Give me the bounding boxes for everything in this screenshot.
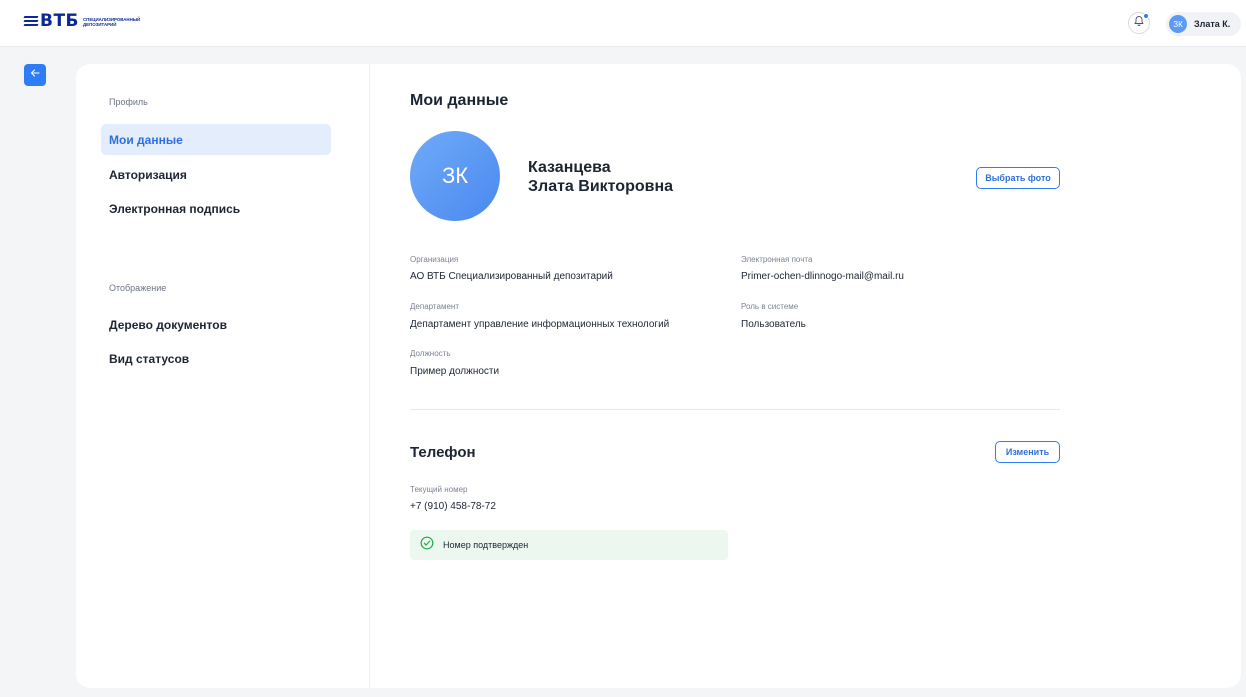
sidebar-item-my-data[interactable]: Мои данные bbox=[101, 124, 331, 155]
organization-label: Организация bbox=[410, 255, 459, 264]
department-value: Департамент управление информационных те… bbox=[410, 319, 670, 330]
logo-text: ВТБ bbox=[40, 11, 80, 31]
department-label: Департамент bbox=[410, 302, 459, 311]
phone-confirmed-text: Номер подтвержден bbox=[443, 540, 529, 550]
logo-subtitle: СПЕЦИАЛИЗИРОВАННЫЙ ДЕПОЗИТАРИЙ bbox=[83, 17, 143, 27]
sidebar-item-e-signature[interactable]: Электронная подпись bbox=[101, 193, 331, 224]
sidebar-item-authorization[interactable]: Авторизация bbox=[101, 159, 331, 190]
avatar: ЗК bbox=[1169, 15, 1187, 33]
change-phone-button[interactable]: Изменить bbox=[995, 441, 1060, 463]
role-value: Пользователь bbox=[741, 319, 806, 330]
notification-dot bbox=[1143, 13, 1149, 19]
position-value: Пример должности bbox=[410, 366, 500, 377]
role-label: Роль в системе bbox=[741, 302, 799, 311]
first-middle-name: Злата Викторовна bbox=[528, 178, 674, 195]
notifications-button[interactable] bbox=[1128, 12, 1150, 34]
vtb-logo[interactable]: ВТБ СПЕЦИАЛИЗИРОВАННЫЙ ДЕПОЗИТАРИЙ bbox=[23, 11, 143, 31]
full-name: Казанцева Злата Викторовна bbox=[528, 158, 673, 196]
organization-value: АО ВТБ Специализированный депозитарий bbox=[410, 271, 613, 282]
user-menu[interactable]: ЗК Злата К. bbox=[1166, 12, 1241, 36]
last-name: Казанцева bbox=[528, 159, 611, 176]
phone-confirmed-banner: Номер подтвержден bbox=[410, 530, 728, 560]
section-label-display: Отображение bbox=[109, 283, 167, 293]
profile-avatar: ЗК bbox=[410, 131, 500, 221]
main-content: Мои данные ЗК Казанцева Злата Викторовна… bbox=[370, 64, 1241, 688]
phone-section-title: Телефон bbox=[410, 444, 476, 461]
logo-subtitle-line2: ДЕПОЗИТАРИЙ bbox=[83, 21, 117, 27]
settings-sidebar: Профиль Мои данные Авторизация Электронн… bbox=[76, 64, 370, 688]
email-label: Электронная почта bbox=[741, 255, 813, 264]
section-divider bbox=[410, 409, 1060, 410]
choose-photo-button[interactable]: Выбрать фото bbox=[976, 167, 1060, 189]
page-title: Мои данные bbox=[410, 92, 509, 109]
back-button[interactable] bbox=[24, 64, 46, 86]
email-value: Primer-ochen-dlinnogo-mail@mail.ru bbox=[741, 271, 904, 282]
sidebar-item-status-view[interactable]: Вид статусов bbox=[101, 343, 331, 374]
logo-subtitle-line1: СПЕЦИАЛИЗИРОВАННЫЙ bbox=[83, 16, 141, 22]
current-number-value: +7 (910) 458-78-72 bbox=[410, 501, 496, 512]
sidebar-item-document-tree[interactable]: Дерево документов bbox=[101, 309, 331, 340]
position-label: Должность bbox=[410, 349, 451, 358]
current-number-label: Текущий номер bbox=[410, 485, 468, 494]
arrow-left-icon bbox=[29, 66, 41, 84]
top-header: ВТБ СПЕЦИАЛИЗИРОВАННЫЙ ДЕПОЗИТАРИЙ ЗК Зл… bbox=[0, 0, 1246, 47]
logo-stripes-icon bbox=[23, 15, 39, 26]
section-label-profile: Профиль bbox=[109, 97, 148, 107]
check-circle-icon bbox=[420, 536, 434, 555]
user-name: Злата К. bbox=[1194, 19, 1231, 29]
profile-card: Профиль Мои данные Авторизация Электронн… bbox=[76, 64, 1241, 688]
